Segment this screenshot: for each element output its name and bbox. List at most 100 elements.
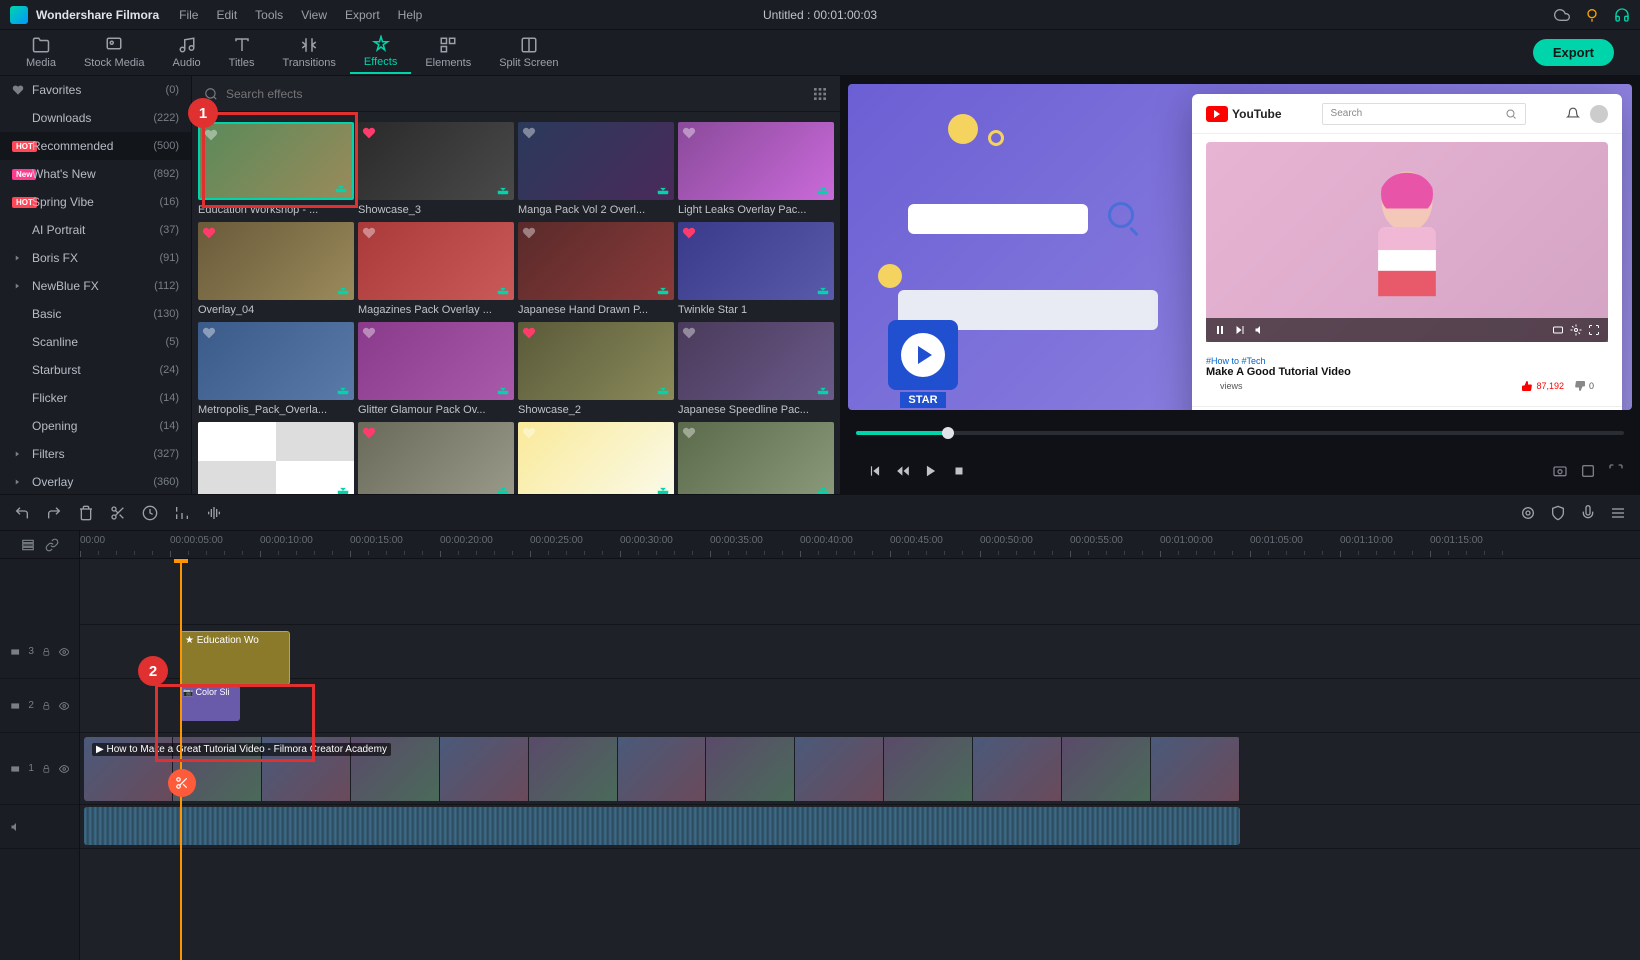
sidebar-item-flicker[interactable]: Flicker(14) bbox=[0, 384, 191, 412]
heart-icon[interactable] bbox=[682, 226, 696, 240]
sidebar-item-downloads[interactable]: Downloads(222) bbox=[0, 104, 191, 132]
download-icon[interactable] bbox=[656, 382, 670, 396]
eye-icon[interactable] bbox=[59, 646, 69, 658]
download-icon[interactable] bbox=[656, 282, 670, 296]
marker-icon[interactable] bbox=[142, 505, 158, 521]
playhead[interactable] bbox=[180, 559, 182, 960]
sidebar-item-favorites[interactable]: Favorites(0) bbox=[0, 76, 191, 104]
sidebar-item-recommended[interactable]: HOTRecommended(500) bbox=[0, 132, 191, 160]
download-icon[interactable] bbox=[656, 182, 670, 196]
effect-item[interactable] bbox=[358, 422, 514, 494]
tab-media[interactable]: Media bbox=[12, 32, 70, 73]
heart-icon[interactable] bbox=[682, 126, 696, 140]
download-icon[interactable] bbox=[496, 382, 510, 396]
tab-audio[interactable]: Audio bbox=[159, 32, 215, 73]
link-icon[interactable] bbox=[45, 538, 59, 552]
cut-icon[interactable] bbox=[110, 505, 126, 521]
sidebar-item-basic[interactable]: Basic(130) bbox=[0, 300, 191, 328]
menu-view[interactable]: View bbox=[301, 8, 327, 22]
effect-item[interactable]: Magazines Pack Overlay ... bbox=[358, 222, 514, 316]
heart-icon[interactable] bbox=[362, 126, 376, 140]
heart-icon[interactable] bbox=[202, 326, 216, 340]
sidebar-item-filters[interactable]: Filters(327) bbox=[0, 440, 191, 468]
heart-icon[interactable] bbox=[362, 226, 376, 240]
download-icon[interactable] bbox=[336, 482, 350, 494]
grid-view-icon[interactable] bbox=[812, 86, 828, 102]
main-video-clip[interactable]: ▶ How to Make a Great Tutorial Video - F… bbox=[84, 737, 1240, 801]
seek-bar[interactable] bbox=[856, 431, 1624, 435]
effect-clip[interactable]: ★ Education Wo bbox=[180, 631, 290, 685]
heart-icon[interactable] bbox=[522, 226, 536, 240]
effect-item[interactable]: Showcase_3 bbox=[358, 122, 514, 216]
heart-icon[interactable] bbox=[522, 426, 536, 440]
download-icon[interactable] bbox=[336, 382, 350, 396]
track-manage-icon[interactable] bbox=[21, 538, 35, 552]
quality-icon[interactable] bbox=[1580, 463, 1596, 479]
sidebar-item-opening[interactable]: Opening(14) bbox=[0, 412, 191, 440]
tab-stock-media[interactable]: Stock Media bbox=[70, 32, 159, 73]
lock-icon[interactable] bbox=[42, 647, 51, 657]
heart-icon[interactable] bbox=[202, 226, 216, 240]
heart-icon[interactable] bbox=[202, 426, 216, 440]
sidebar-item-overlay[interactable]: Overlay(360) bbox=[0, 468, 191, 494]
redo-icon[interactable] bbox=[46, 505, 62, 521]
sidebar-item-starburst[interactable]: Starburst(24) bbox=[0, 356, 191, 384]
sidebar-item-what-s-new[interactable]: NewWhat's New(892) bbox=[0, 160, 191, 188]
effect-item[interactable]: Showcase_2 bbox=[518, 322, 674, 416]
tab-elements[interactable]: Elements bbox=[411, 32, 485, 73]
effect-item[interactable]: Education Workshop - ... bbox=[198, 122, 354, 216]
search-input[interactable] bbox=[226, 87, 804, 101]
export-button[interactable]: Export bbox=[1533, 39, 1614, 66]
tab-split-screen[interactable]: Split Screen bbox=[485, 32, 572, 73]
effect-item[interactable]: Overlay_04 bbox=[198, 222, 354, 316]
effect-item[interactable]: Glitter Glamour Pack Ov... bbox=[358, 322, 514, 416]
effect-item[interactable]: Manga Pack Vol 2 Overl... bbox=[518, 122, 674, 216]
speed-icon[interactable] bbox=[174, 505, 190, 521]
effect-item[interactable]: Twinkle Star 1 bbox=[678, 222, 834, 316]
heart-icon[interactable] bbox=[682, 426, 696, 440]
download-icon[interactable] bbox=[334, 180, 348, 194]
effect-item[interactable]: Metropolis_Pack_Overla... bbox=[198, 322, 354, 416]
heart-icon[interactable] bbox=[682, 326, 696, 340]
sidebar-item-spring-vibe[interactable]: HOTSpring Vibe(16) bbox=[0, 188, 191, 216]
download-icon[interactable] bbox=[496, 482, 510, 494]
sidebar-item-newblue-fx[interactable]: NewBlue FX(112) bbox=[0, 272, 191, 300]
eye-icon[interactable] bbox=[59, 700, 69, 712]
download-icon[interactable] bbox=[816, 382, 830, 396]
effect-item[interactable] bbox=[518, 422, 674, 494]
download-icon[interactable] bbox=[496, 182, 510, 196]
heart-icon[interactable] bbox=[362, 326, 376, 340]
headset-icon[interactable] bbox=[1614, 7, 1630, 23]
menu-help[interactable]: Help bbox=[398, 8, 423, 22]
sidebar-item-boris-fx[interactable]: Boris FX(91) bbox=[0, 244, 191, 272]
expand-icon[interactable] bbox=[1608, 463, 1624, 479]
menu-file[interactable]: File bbox=[179, 8, 198, 22]
download-icon[interactable] bbox=[816, 482, 830, 494]
download-icon[interactable] bbox=[336, 282, 350, 296]
undo-icon[interactable] bbox=[14, 505, 30, 521]
download-icon[interactable] bbox=[496, 282, 510, 296]
marker-flag-icon[interactable] bbox=[1550, 505, 1566, 521]
audio-clip[interactable] bbox=[84, 807, 1240, 845]
render-icon[interactable] bbox=[1520, 505, 1536, 521]
menu-export[interactable]: Export bbox=[345, 8, 380, 22]
mic-icon[interactable] bbox=[1580, 505, 1596, 521]
lightbulb-icon[interactable] bbox=[1584, 7, 1600, 23]
audio-wave-icon[interactable] bbox=[206, 505, 222, 521]
heart-icon[interactable] bbox=[362, 426, 376, 440]
eye-icon[interactable] bbox=[59, 763, 69, 775]
lock-icon[interactable] bbox=[42, 764, 51, 774]
heart-icon[interactable] bbox=[522, 326, 536, 340]
snapshot-icon[interactable] bbox=[1552, 463, 1568, 479]
preview-viewport[interactable]: YouTube Search bbox=[848, 84, 1632, 410]
prev-frame-icon[interactable] bbox=[868, 464, 882, 478]
tab-titles[interactable]: Titles bbox=[215, 32, 269, 73]
sidebar-item-scanline[interactable]: Scanline(5) bbox=[0, 328, 191, 356]
delete-icon[interactable] bbox=[78, 505, 94, 521]
tab-effects[interactable]: Effects bbox=[350, 31, 411, 74]
sidebar-item-ai-portrait[interactable]: AI Portrait(37) bbox=[0, 216, 191, 244]
effect-item[interactable]: Japanese Speedline Pac... bbox=[678, 322, 834, 416]
heart-icon[interactable] bbox=[204, 128, 218, 142]
timeline-ruler[interactable]: 00:0000:00:05:0000:00:10:0000:00:15:0000… bbox=[80, 531, 1640, 558]
mixer-icon[interactable] bbox=[1610, 505, 1626, 521]
